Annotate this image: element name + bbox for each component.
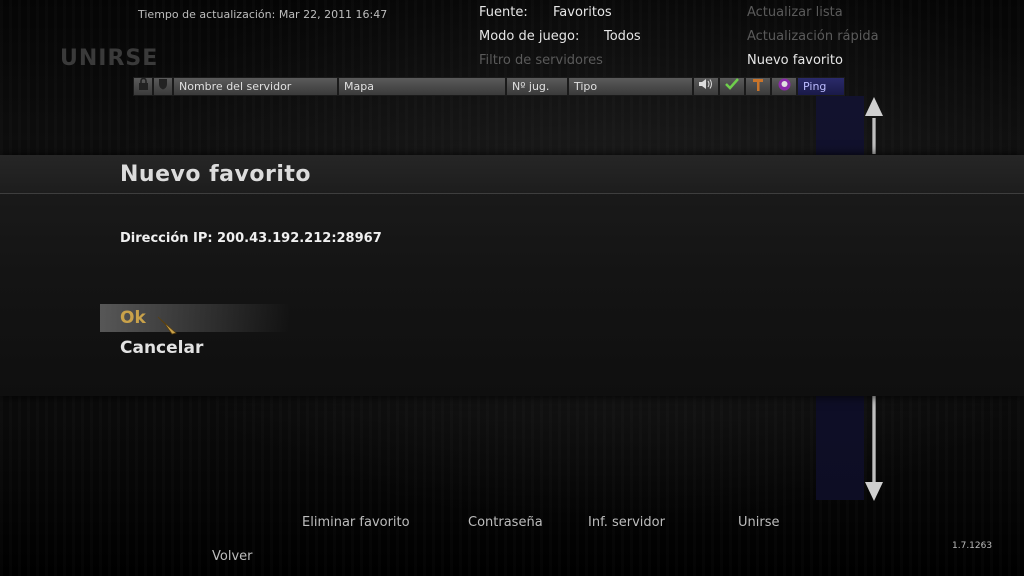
scroll-up-button[interactable] (864, 96, 884, 118)
column-map[interactable]: Mapa (338, 77, 506, 96)
page-heading: UNIRSE (60, 46, 159, 71)
gamemode-label: Modo de juego: (479, 29, 580, 44)
ip-address-field[interactable]: 200.43.192.212:28967 (217, 231, 382, 246)
column-shield[interactable] (153, 77, 173, 96)
hammer-icon (752, 78, 764, 96)
password-button[interactable]: Contraseña (468, 515, 543, 530)
join-button[interactable]: Unirse (738, 515, 779, 530)
column-voice[interactable] (693, 77, 719, 96)
server-info-button[interactable]: Inf. servidor (588, 515, 665, 530)
scrollbar-thumb-top[interactable] (872, 118, 876, 154)
column-type[interactable]: Tipo (568, 77, 693, 96)
quick-refresh-button[interactable]: Actualización rápida (747, 29, 879, 44)
server-filter-button[interactable]: Filtro de servidores (479, 53, 603, 68)
scroll-down-button[interactable] (864, 480, 884, 502)
remove-favorite-button[interactable]: Eliminar favorito (302, 515, 410, 530)
update-timestamp: Tiempo de actualización: Mar 22, 2011 16… (138, 8, 388, 21)
scrollbar-thumb-bottom[interactable] (872, 396, 876, 482)
column-lock[interactable] (133, 77, 153, 96)
gamemode-value[interactable]: Todos (604, 29, 641, 44)
arrow-down-icon (864, 482, 884, 506)
column-server-name[interactable]: Nombre del servidor (173, 77, 338, 96)
dialog-title: Nuevo favorito (120, 162, 312, 187)
source-label: Fuente: (479, 5, 528, 20)
cancel-button[interactable]: Cancelar (120, 338, 203, 358)
refresh-list-button[interactable]: Actualizar lista (747, 5, 843, 20)
column-hardcore[interactable] (771, 77, 797, 96)
checkmark-icon (725, 78, 739, 95)
version-label: 1.7.1263 (952, 541, 993, 551)
server-list-header: Nombre del servidor Mapa Nº jug. Tipo Pi… (133, 77, 865, 96)
ok-button[interactable]: Ok (120, 308, 146, 328)
skull-icon (778, 78, 791, 96)
column-players[interactable]: Nº jug. (506, 77, 568, 96)
back-button[interactable]: Volver (212, 549, 253, 564)
column-ping[interactable]: Ping (797, 77, 845, 96)
ip-label: Dirección IP: (120, 231, 213, 246)
lock-icon (138, 77, 149, 95)
source-value[interactable]: Favoritos (553, 5, 612, 20)
new-favorite-button[interactable]: Nuevo favorito (747, 53, 843, 68)
mouse-cursor-icon (156, 315, 178, 337)
column-verified[interactable] (719, 77, 745, 96)
column-mod[interactable] (745, 77, 771, 96)
speaker-icon (698, 78, 714, 95)
shield-icon (158, 78, 168, 95)
